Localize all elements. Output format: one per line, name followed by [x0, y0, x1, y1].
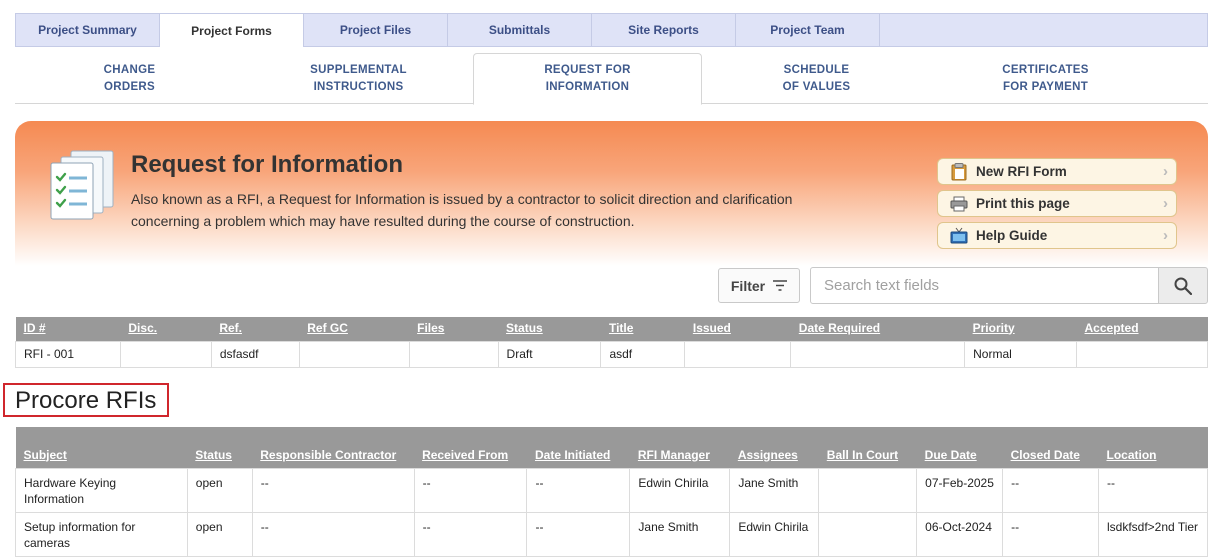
subtab-supplemental-instructions[interactable]: SUPPLEMENTAL INSTRUCTIONS — [244, 53, 473, 104]
print-page-label: Print this page — [976, 196, 1070, 211]
cell-ball-in-court — [818, 467, 918, 513]
column-header-responsible-contractor[interactable]: Responsible Contractor — [252, 427, 415, 468]
cell-status: open — [186, 467, 253, 513]
clipboard-icon — [950, 162, 968, 181]
cell-ball-in-court — [818, 511, 918, 557]
chevron-right-icon: › — [1163, 195, 1168, 212]
column-header-ball-in-court[interactable]: Ball In Court — [818, 427, 917, 468]
cell-received-from: -- — [413, 467, 528, 513]
cell-date-required — [790, 340, 966, 368]
cell-ref: dsfasdf — [210, 340, 300, 368]
column-header-priority[interactable]: Priority — [964, 317, 1077, 341]
cell-priority: Normal — [964, 340, 1078, 368]
help-guide-button[interactable]: Help Guide › — [937, 222, 1177, 249]
cell-received-from: -- — [413, 511, 528, 557]
rfi-banner: Request for Information Also known as a … — [15, 121, 1208, 266]
column-header-disc[interactable]: Disc. — [120, 317, 212, 341]
table-row[interactable]: Setup information for cameras open -- --… — [15, 511, 1209, 557]
column-header-ref[interactable]: Ref. — [211, 317, 300, 341]
procore-rfi-table: Subject Status Responsible Contractor Re… — [15, 427, 1209, 557]
tab-project-team[interactable]: Project Team — [736, 14, 880, 46]
cell-assignees: Edwin Chirila — [729, 511, 820, 557]
procore-rfis-heading: Procore RFIs — [3, 383, 169, 417]
tab-submittals[interactable]: Submittals — [448, 14, 592, 46]
column-header-status[interactable]: Status — [498, 317, 601, 341]
subtab-certificates-for-payment[interactable]: CERTIFICATES FOR PAYMENT — [931, 53, 1160, 104]
filter-button[interactable]: Filter — [718, 268, 800, 303]
cell-due-date: 06-Oct-2024 — [916, 511, 1004, 557]
subtab-request-for-information[interactable]: REQUEST FOR INFORMATION — [473, 53, 702, 105]
column-header-id[interactable]: ID # — [15, 317, 121, 341]
cell-closed-date: -- — [1002, 467, 1099, 513]
column-header-date-required[interactable]: Date Required — [790, 317, 965, 341]
cell-subject[interactable]: Hardware Keying Information — [15, 467, 188, 513]
top-tab-bar: Project Summary Project Forms Project Fi… — [15, 13, 1208, 47]
cell-title: asdf — [600, 340, 686, 368]
tab-site-reports[interactable]: Site Reports — [592, 14, 736, 46]
new-rfi-form-label: New RFI Form — [976, 164, 1067, 179]
help-guide-label: Help Guide — [976, 228, 1048, 243]
column-header-rfi-manager[interactable]: RFI Manager — [629, 427, 730, 468]
cell-accepted — [1076, 340, 1208, 368]
filter-label: Filter — [730, 277, 766, 294]
search-input[interactable] — [810, 267, 1159, 304]
cell-files — [408, 340, 499, 368]
cell-id[interactable]: RFI - 001 — [15, 340, 121, 368]
chevron-right-icon: › — [1163, 163, 1168, 180]
printer-icon — [950, 195, 968, 213]
rfi-table: ID # Disc. Ref. Ref GC Files Status Titl… — [15, 317, 1208, 368]
form-subtab-bar: CHANGE ORDERS SUPPLEMENTAL INSTRUCTIONS … — [15, 53, 1208, 105]
subtab-schedule-of-values[interactable]: SCHEDULE OF VALUES — [702, 53, 931, 104]
column-header-received-from[interactable]: Received From — [414, 427, 527, 468]
table-row[interactable]: RFI - 001 dsfasdf Draft asdf Normal — [15, 340, 1208, 368]
action-button-group: New RFI Form › Print this page › Help Gu… — [937, 158, 1177, 254]
column-header-issued[interactable]: Issued — [684, 317, 791, 341]
tab-project-forms[interactable]: Project Forms — [160, 13, 304, 47]
column-header-date-initiated[interactable]: Date Initiated — [526, 427, 630, 468]
tab-project-summary[interactable]: Project Summary — [16, 14, 160, 46]
column-header-subject[interactable]: Subject — [15, 427, 188, 468]
cell-due-date: 07-Feb-2025 — [916, 467, 1004, 513]
column-header-accepted[interactable]: Accepted — [1076, 317, 1208, 341]
cell-responsible-contractor: -- — [251, 511, 415, 557]
cell-location: lsdkfsdf>2nd Tier — [1097, 511, 1209, 557]
cell-rfi-manager: Edwin Chirila — [629, 467, 731, 513]
checklist-documents-icon — [50, 150, 114, 220]
print-page-button[interactable]: Print this page › — [937, 190, 1177, 217]
page-title: Request for Information — [131, 151, 404, 178]
filter-lines-icon — [773, 280, 788, 291]
column-header-title[interactable]: Title — [600, 317, 685, 341]
table-row[interactable]: Hardware Keying Information open -- -- -… — [15, 467, 1209, 513]
cell-responsible-contractor: -- — [251, 467, 415, 513]
column-header-due-date[interactable]: Due Date — [916, 427, 1003, 468]
page-description: Also known as a RFI, a Request for Infor… — [131, 191, 793, 229]
column-header-closed-date[interactable]: Closed Date — [1002, 427, 1099, 468]
search-icon — [1174, 277, 1192, 295]
cell-date-initiated: -- — [526, 467, 631, 513]
table-header-row: ID # Disc. Ref. Ref GC Files Status Titl… — [15, 317, 1208, 341]
cell-assignees: Jane Smith — [729, 467, 820, 513]
column-header-location[interactable]: Location — [1098, 427, 1208, 468]
column-header-status[interactable]: Status — [187, 427, 253, 468]
cell-date-initiated: -- — [526, 511, 631, 557]
cell-closed-date: -- — [1002, 511, 1099, 557]
cell-status: open — [186, 511, 253, 557]
cell-rfi-manager: Jane Smith — [629, 511, 731, 557]
cell-issued — [684, 340, 792, 368]
tab-project-files[interactable]: Project Files — [304, 14, 448, 46]
cell-status: Draft — [497, 340, 602, 368]
new-rfi-form-button[interactable]: New RFI Form › — [937, 158, 1177, 185]
column-header-ref-gc[interactable]: Ref GC — [299, 317, 410, 341]
cell-location: -- — [1097, 467, 1209, 513]
table-header-row: Subject Status Responsible Contractor Re… — [15, 427, 1208, 468]
cell-subject[interactable]: Setup information for cameras — [15, 511, 188, 557]
tv-icon — [950, 227, 968, 245]
column-header-assignees[interactable]: Assignees — [729, 427, 819, 468]
chevron-right-icon: › — [1163, 227, 1168, 244]
column-header-files[interactable]: Files — [409, 317, 499, 341]
subtab-change-orders[interactable]: CHANGE ORDERS — [15, 53, 244, 104]
cell-ref-gc — [298, 340, 410, 368]
cell-disc — [119, 340, 212, 368]
search-button[interactable] — [1158, 267, 1208, 304]
